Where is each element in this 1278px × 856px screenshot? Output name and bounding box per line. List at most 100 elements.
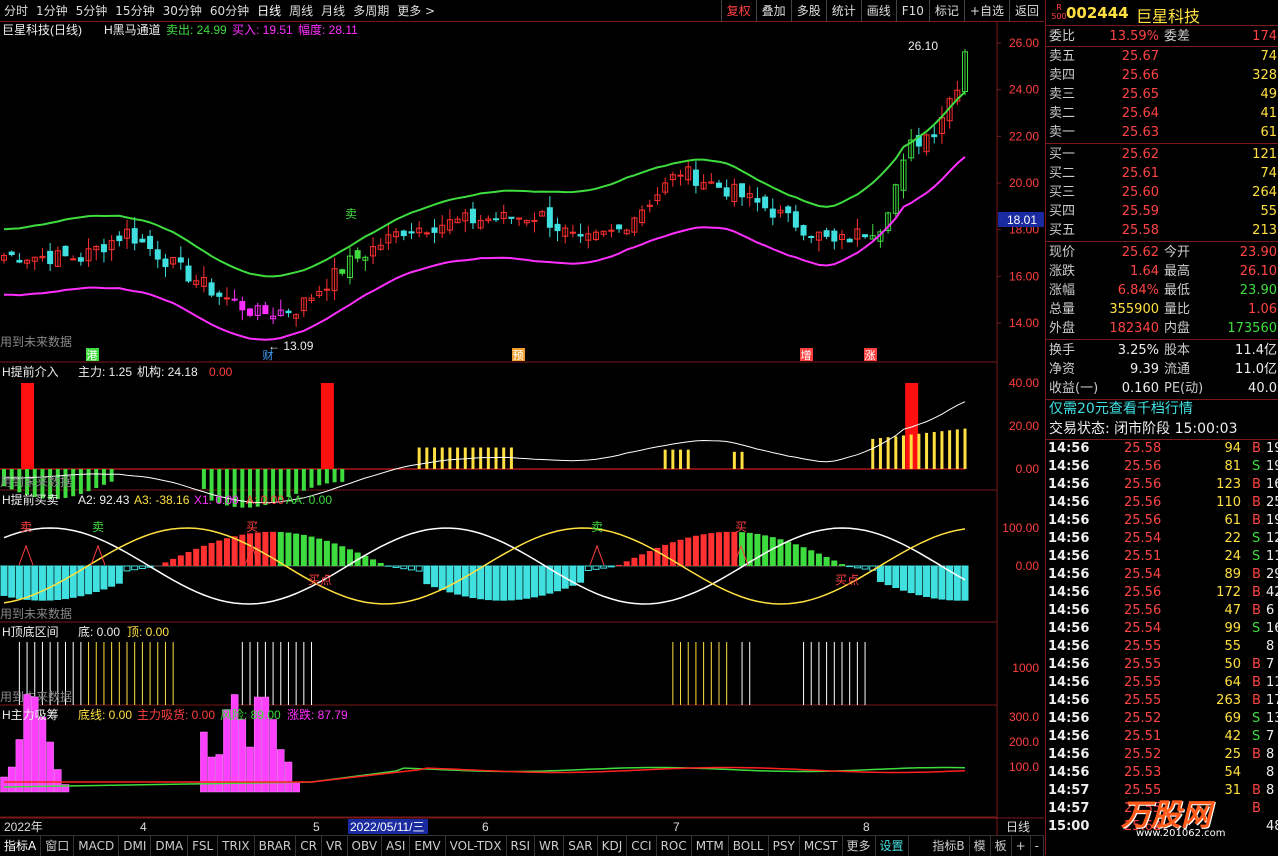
indicator-tab[interactable]: OBV xyxy=(348,836,383,856)
osc-bar xyxy=(631,558,637,566)
indicator-tab[interactable]: 更多 xyxy=(843,836,876,856)
period-tab[interactable]: 30分钟 xyxy=(159,0,206,22)
indicator-tab[interactable]: CCI xyxy=(627,836,656,856)
toolbar-button[interactable]: F10 xyxy=(896,0,929,22)
indicator-tab[interactable]: BRAR xyxy=(255,836,297,856)
indicator-tab[interactable]: ROC xyxy=(657,836,692,856)
future-data-note: 用到未来数据 xyxy=(0,474,72,489)
osc-bar xyxy=(877,566,883,581)
indicator-b-tab[interactable]: + xyxy=(1012,836,1031,856)
tick-time: 14:56 xyxy=(1048,692,1089,710)
indicator-tab[interactable]: 指标A xyxy=(0,836,41,856)
candle-body xyxy=(209,283,214,295)
accumulation-bar xyxy=(247,747,254,792)
osc-bar xyxy=(408,566,414,570)
indicator-tab[interactable]: ASI xyxy=(382,836,410,856)
indicator-tab[interactable]: MCST xyxy=(800,836,843,856)
quote-value: 11.0亿 xyxy=(1235,360,1277,379)
date-label: 6 xyxy=(482,820,489,834)
indicator-tab[interactable]: KDJ xyxy=(598,836,628,856)
osc-bar xyxy=(216,540,222,566)
indicator-b-tab[interactable]: 指标B xyxy=(928,836,969,856)
tick-time: 14:56 xyxy=(1048,674,1089,692)
quote-value: 23.90 xyxy=(1240,281,1277,300)
period-tab[interactable]: 分时 xyxy=(0,0,32,22)
indicator-tab[interactable]: MTM xyxy=(692,836,729,856)
level-label: 卖四 xyxy=(1049,66,1075,85)
stock-name: 巨星科技 xyxy=(1136,3,1200,27)
candle-body xyxy=(470,209,475,222)
toolbar-button[interactable]: 复权 xyxy=(721,0,756,22)
date-label: 4 xyxy=(140,820,147,834)
period-tab[interactable]: 更多 > xyxy=(393,0,439,22)
period-tab[interactable]: 1分钟 xyxy=(32,0,72,22)
osc-bar xyxy=(954,566,960,600)
period-tab[interactable]: 15分钟 xyxy=(111,0,158,22)
osc-bar xyxy=(616,565,622,566)
osc-bar xyxy=(831,560,837,566)
osc-bar xyxy=(501,566,507,600)
quote-label: 收益(一) xyxy=(1049,379,1098,398)
toolbar-button[interactable]: 画线 xyxy=(861,0,896,22)
candle-body xyxy=(355,251,360,259)
toolbar-button[interactable]: 标记 xyxy=(929,0,964,22)
quote-row: 收益(一)0.160PE(动)40.0 xyxy=(1046,379,1278,398)
y-tick-label: 14.00 xyxy=(1009,316,1039,330)
level-label: 买二 xyxy=(1049,164,1075,183)
indicator-value: 涨跌: 87.79 xyxy=(287,707,348,722)
y-tick-label: 16.00 xyxy=(1009,269,1039,283)
osc-bar xyxy=(370,559,376,566)
toolbar-button[interactable]: 返回 xyxy=(1009,0,1044,22)
kline-chart-area[interactable]: 2022年452022/05/11/三678日线26.0024.0022.002… xyxy=(0,22,1044,835)
tick-direction: B xyxy=(1252,674,1261,692)
indicator-b-tab[interactable]: 模 xyxy=(970,836,991,856)
osc-bar xyxy=(762,535,768,566)
indicator-tab[interactable]: 窗口 xyxy=(41,836,74,856)
toolbar-button[interactable]: 叠加 xyxy=(756,0,791,22)
trend-line xyxy=(4,402,965,503)
indicator-tab[interactable]: MACD xyxy=(74,836,119,856)
period-tab[interactable]: 多周期 xyxy=(349,0,393,22)
period-tab[interactable]: 周线 xyxy=(285,0,317,22)
candle-body xyxy=(17,260,22,262)
indicator-tab[interactable]: SAR xyxy=(564,836,597,856)
tick-time: 14:57 xyxy=(1048,800,1089,818)
period-tab[interactable]: 5分钟 xyxy=(72,0,112,22)
indicator-tab[interactable]: VOL-TDX xyxy=(446,836,507,856)
toolbar-right: 复权叠加多股统计画线F10标记+自选返回 xyxy=(721,0,1044,22)
indicator-tab[interactable]: CR xyxy=(296,836,322,856)
period-tab[interactable]: 60分钟 xyxy=(206,0,253,22)
buy-level-row: 买四25.5955 xyxy=(1046,202,1278,221)
indicator-b-tab[interactable]: 板 xyxy=(991,836,1012,856)
period-tab[interactable]: 日线 xyxy=(253,0,285,22)
tick-row: 14:5625.5661B19 xyxy=(1046,512,1278,530)
toolbar-button[interactable]: 统计 xyxy=(826,0,861,22)
accumulation-bar xyxy=(277,750,284,793)
indicator-tab[interactable]: FSL xyxy=(188,836,218,856)
tick-direction: S xyxy=(1252,530,1260,548)
toolbar-button[interactable]: +自选 xyxy=(964,0,1009,22)
level-volume: 74 xyxy=(1260,164,1277,183)
indicator-tab[interactable]: RSI xyxy=(507,836,536,856)
indicator-tab[interactable]: VR xyxy=(322,836,348,856)
tick-row: 14:5625.5269S13 xyxy=(1046,710,1278,728)
candle-body xyxy=(63,246,68,255)
candle-body xyxy=(71,259,76,260)
toolbar-button[interactable]: 多股 xyxy=(791,0,826,22)
indicator-tab[interactable]: PSY xyxy=(769,836,800,856)
indicator-tab[interactable]: WR xyxy=(535,836,564,856)
indicator-tab[interactable]: EMV xyxy=(410,836,445,856)
quote-label: 涨幅 xyxy=(1049,281,1075,300)
candle-body xyxy=(770,209,775,217)
indicator-tab[interactable]: 设置 xyxy=(876,836,909,856)
indicator-tab[interactable]: BOLL xyxy=(729,836,769,856)
indicator-tab[interactable]: TRIX xyxy=(218,836,254,856)
level-price: 25.63 xyxy=(1122,123,1159,142)
tick-row: 14:5625.5894B19 xyxy=(1046,440,1278,458)
promo-link[interactable]: 仅需20元查看千档行情 xyxy=(1046,400,1278,419)
indicator-b-tab[interactable]: - xyxy=(1031,836,1044,856)
tick-count: 7 xyxy=(1266,728,1274,746)
indicator-tab[interactable]: DMI xyxy=(119,836,151,856)
indicator-tab[interactable]: DMA xyxy=(151,836,188,856)
period-tab[interactable]: 月线 xyxy=(317,0,349,22)
